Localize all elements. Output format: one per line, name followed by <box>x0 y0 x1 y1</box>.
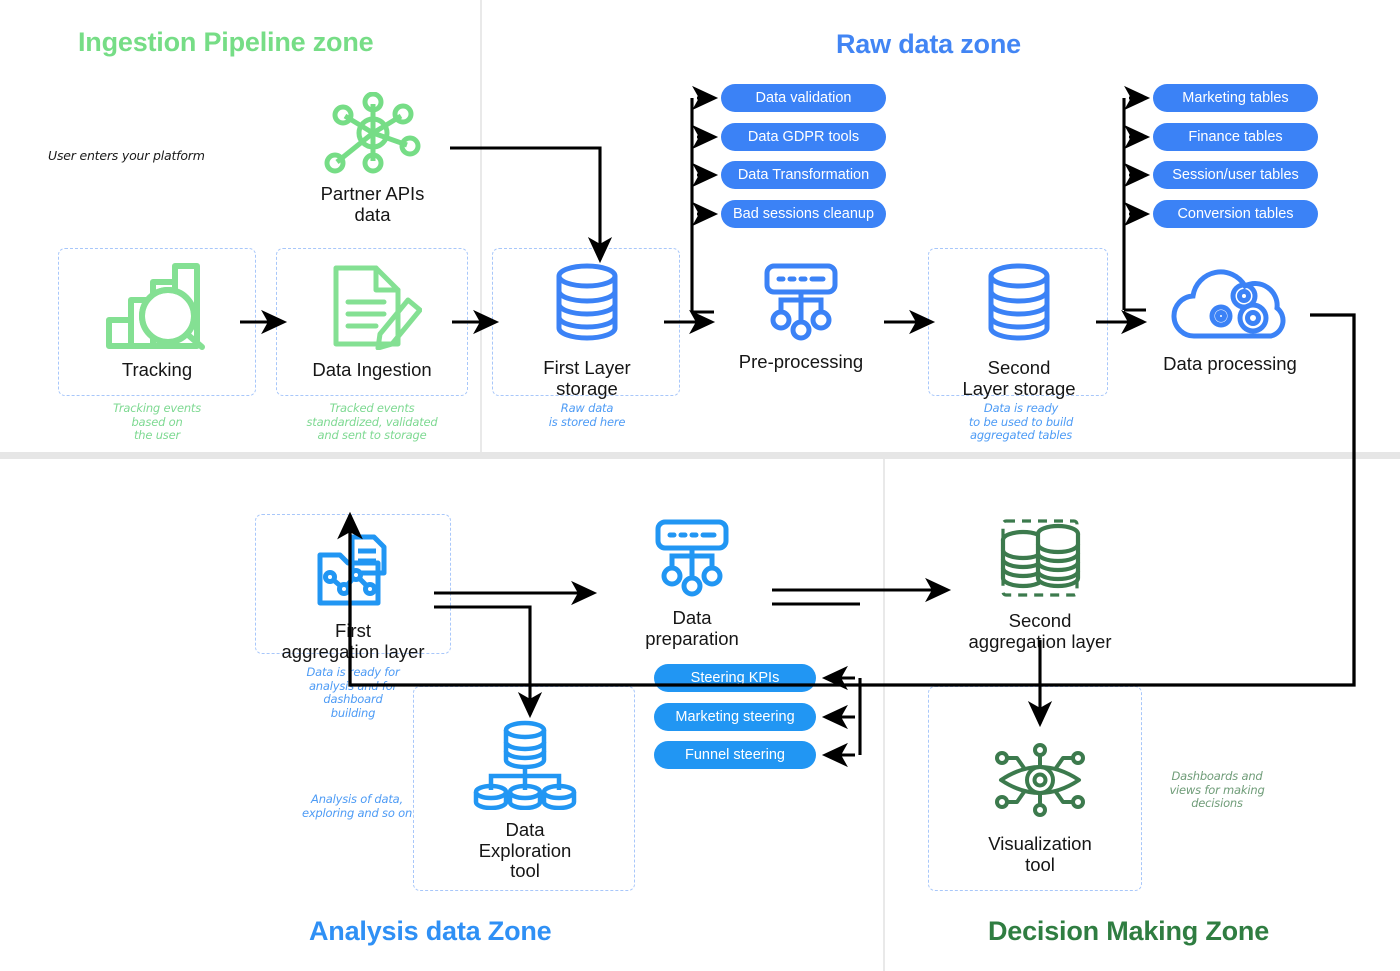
document-pencil-icon <box>322 262 423 355</box>
zone-title-ingestion: Ingestion Pipeline zone <box>78 27 374 57</box>
zone-title-decision: Decision Making Zone <box>988 916 1270 946</box>
folder-analytics-icon <box>312 531 394 616</box>
node-data-processing[interactable]: Data processing <box>1160 268 1300 375</box>
database-stack-icon <box>983 262 1055 353</box>
bar-chart-magnifier-icon <box>103 262 211 355</box>
caption-tracking: Tracking events based on the user <box>112 401 202 443</box>
pill-conversion-tables[interactable]: Conversion tables <box>1153 200 1318 228</box>
node-data-exploration-tool[interactable]: Data Exploration tool <box>470 718 580 882</box>
note-user-enters: User enters your platform <box>48 148 205 163</box>
node-first-layer-storage[interactable]: First Layer storage <box>530 262 644 399</box>
node-pre-processing[interactable]: Pre-processing <box>735 262 867 373</box>
node-second-layer-storage[interactable]: Second Layer storage <box>960 262 1078 399</box>
database-hierarchy-icon <box>471 718 579 815</box>
pill-marketing-tables[interactable]: Marketing tables <box>1153 84 1318 112</box>
pill-steering-kpis[interactable]: Steering KPIs <box>654 664 816 692</box>
cloud-gears-icon <box>1165 268 1295 349</box>
caption-visualization-tool: Dashboards and views for making decision… <box>1169 769 1265 811</box>
node-label: Tracking <box>121 359 193 380</box>
database-stack-icon <box>551 262 623 353</box>
caption-second-layer-storage: Data is ready to be used to build aggreg… <box>968 401 1074 443</box>
eye-circuit-icon <box>991 736 1089 829</box>
node-label: Data Exploration tool <box>478 819 572 882</box>
node-label: Visualization tool <box>988 833 1092 875</box>
node-label: Data preparation <box>645 607 739 649</box>
node-label: First Layer storage <box>543 357 631 399</box>
node-first-aggregation-layer[interactable]: First aggregation layer <box>262 531 444 662</box>
horizontal-divider <box>0 452 1400 459</box>
double-database-dashed-icon <box>987 517 1093 606</box>
caption-data-ingestion: Tracked events standardized, validated a… <box>306 401 438 443</box>
pill-bad-sessions-cleanup[interactable]: Bad sessions cleanup <box>721 200 886 228</box>
node-second-aggregation-layer[interactable]: Second aggregation layer <box>955 517 1125 652</box>
node-label: Pre-processing <box>738 351 864 372</box>
arrow-partner-apis-to-first-layer <box>450 146 613 264</box>
node-label: Second Layer storage <box>962 357 1076 399</box>
node-label: Partner APIs data <box>320 183 425 225</box>
node-data-ingestion[interactable]: Data Ingestion <box>302 262 442 381</box>
pill-data-gdpr-tools[interactable]: Data GDPR tools <box>721 123 886 151</box>
server-tree-icon <box>648 518 736 603</box>
zone-title-analysis: Analysis data Zone <box>309 916 552 946</box>
node-visualization-tool[interactable]: Visualization tool <box>982 736 1098 875</box>
node-label: Second aggregation layer <box>968 610 1112 652</box>
pill-funnel-steering[interactable]: Funnel steering <box>654 741 816 769</box>
bottom-vertical-divider <box>883 459 885 971</box>
pill-session-user-tables[interactable]: Session/user tables <box>1153 161 1318 189</box>
node-tracking[interactable]: Tracking <box>92 262 222 381</box>
caption-first-aggregation-layer: Data is ready for analysis and for dashb… <box>306 665 400 720</box>
caption-data-exploration-tool: Analysis of data, exploring and so on <box>301 792 413 820</box>
diagram-canvas: Ingestion Pipeline zone Raw data zone An… <box>0 0 1400 971</box>
node-label: Data Ingestion <box>312 359 432 380</box>
pill-data-transformation[interactable]: Data Transformation <box>721 161 886 189</box>
zone-title-raw-data: Raw data zone <box>836 29 1021 59</box>
pill-data-validation[interactable]: Data validation <box>721 84 886 112</box>
node-label: Data processing <box>1163 353 1297 374</box>
pill-marketing-steering[interactable]: Marketing steering <box>654 703 816 731</box>
top-vertical-divider <box>480 0 482 452</box>
node-partner-apis[interactable]: Partner APIs data <box>300 91 445 225</box>
node-data-preparation[interactable]: Data preparation <box>638 518 746 649</box>
caption-first-layer-storage: Raw data is stored here <box>548 401 626 429</box>
server-tree-icon <box>757 262 845 347</box>
node-label: First aggregation layer <box>281 620 425 662</box>
network-nodes-icon <box>323 91 423 179</box>
pill-finance-tables[interactable]: Finance tables <box>1153 123 1318 151</box>
